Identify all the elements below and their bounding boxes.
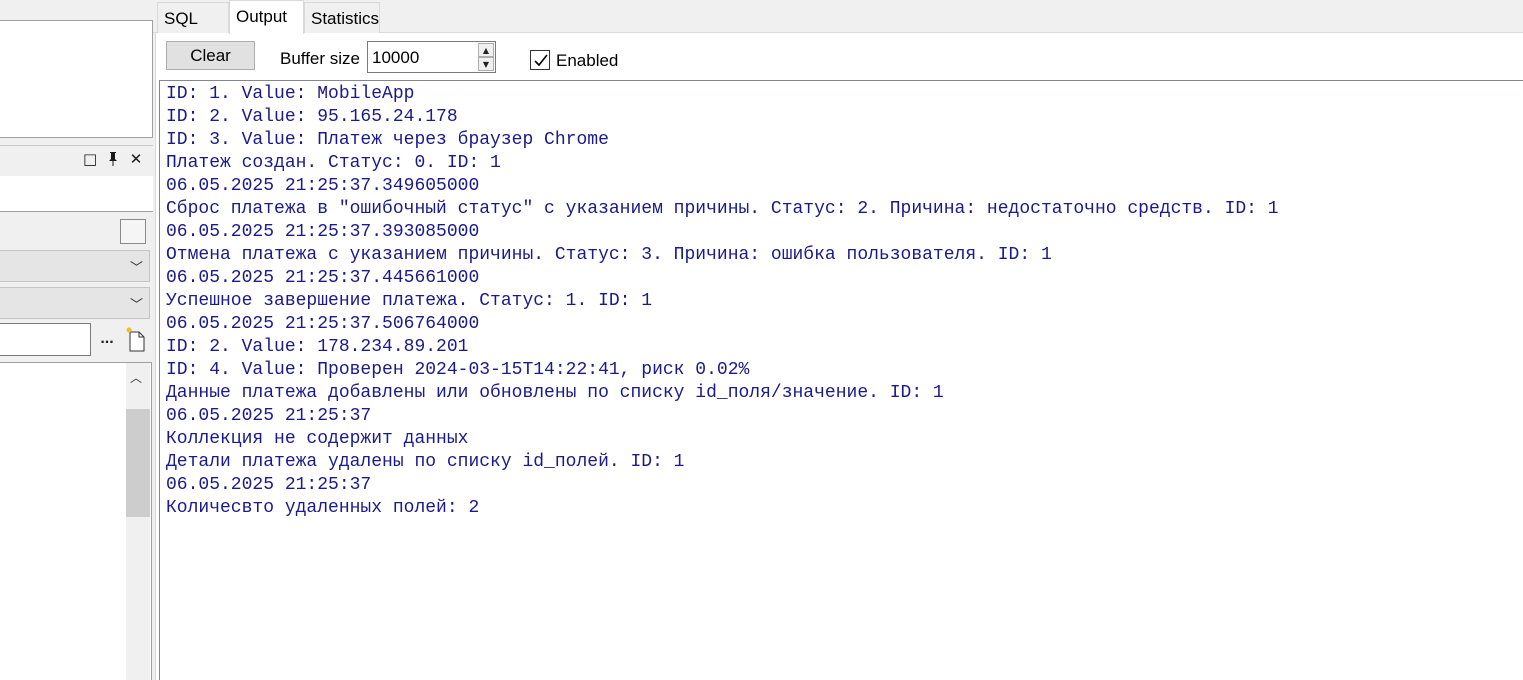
output-line: ID: 4. Value: Проверен 2024-03-15T14:22:… <box>166 360 750 380</box>
output-line: Коллекция не содержит данных <box>166 429 469 449</box>
panel-field[interactable] <box>0 176 153 212</box>
tab-output[interactable]: Output <box>229 0 304 34</box>
output-line: ID: 3. Value: Платеж через браузер Chrom… <box>166 130 609 150</box>
output-line: ID: 2. Value: 178.234.89.201 <box>166 337 469 357</box>
restore-icon[interactable]: □ <box>83 151 97 167</box>
enabled-checkbox[interactable] <box>530 50 550 70</box>
clear-button[interactable]: Clear <box>166 41 255 70</box>
close-icon[interactable]: ✕ <box>129 151 143 167</box>
check-icon <box>534 54 548 67</box>
output-line: 06.05.2025 21:25:37 <box>166 406 372 426</box>
output-line: Детали платежа удалены по списку id_поле… <box>166 452 685 472</box>
color-picker-button[interactable] <box>120 219 146 244</box>
output-line: ID: 1. Value: MobileApp <box>166 84 415 104</box>
output-line: ID: 2. Value: 95.165.24.178 <box>166 107 458 127</box>
pin-icon[interactable] <box>106 151 120 167</box>
output-line: Сброс платежа в "ошибочный статус" с ука… <box>166 199 1279 219</box>
combo-box-2[interactable]: ﹀ <box>0 287 150 319</box>
file-path-input[interactable] <box>0 323 91 356</box>
spin-down-icon[interactable]: ▼ <box>478 57 494 71</box>
scrollbar-thumb[interactable] <box>126 409 150 517</box>
output-line: Успешное завершение платежа. Статус: 1. … <box>166 291 653 311</box>
output-line: 06.05.2025 21:25:37.506764000 <box>166 314 480 334</box>
output-line: Платеж создан. Статус: 0. ID: 1 <box>166 153 501 173</box>
browse-button[interactable]: ... <box>96 330 118 350</box>
vertical-scrollbar[interactable]: ︿ <box>126 363 150 680</box>
output-line: 06.05.2025 21:25:37.349605000 <box>166 176 480 196</box>
buffer-size-value[interactable]: 10000 <box>372 48 419 68</box>
chevron-down-icon: ﹀ <box>129 261 143 276</box>
combo-box-1[interactable]: ﹀ <box>0 250 150 282</box>
tab-statistics[interactable]: Statistics <box>304 2 380 33</box>
scroll-up-icon[interactable]: ︿ <box>130 369 142 386</box>
spin-up-icon[interactable]: ▲ <box>478 43 494 57</box>
chevron-down-icon: ﹀ <box>129 298 143 313</box>
output-line: Данные платежа добавлены или обновлены п… <box>166 383 944 403</box>
output-log[interactable]: ID: 1. Value: MobileApp ID: 2. Value: 95.… <box>159 80 1523 680</box>
panel-title-bar: □ ✕ <box>0 145 153 175</box>
output-line: Отмена платежа с указанием причины. Стат… <box>166 245 1052 265</box>
left-top-list <box>0 20 153 138</box>
buffer-size-label: Buffer size <box>280 49 361 68</box>
output-line: 06.05.2025 21:25:37.445661000 <box>166 268 480 288</box>
tab-strip: SQL Output Statistics <box>153 0 1523 34</box>
output-line: 06.05.2025 21:25:37 <box>166 475 372 495</box>
output-line: Количесвто удаленных полей: 2 <box>166 498 480 518</box>
new-file-icon[interactable] <box>126 327 148 353</box>
tab-sql[interactable]: SQL <box>157 2 229 33</box>
output-line: 06.05.2025 21:25:37.393085000 <box>166 222 480 242</box>
buffer-size-stepper[interactable]: 10000 ▲ ▼ <box>367 41 496 73</box>
enabled-label: Enabled <box>556 51 619 70</box>
